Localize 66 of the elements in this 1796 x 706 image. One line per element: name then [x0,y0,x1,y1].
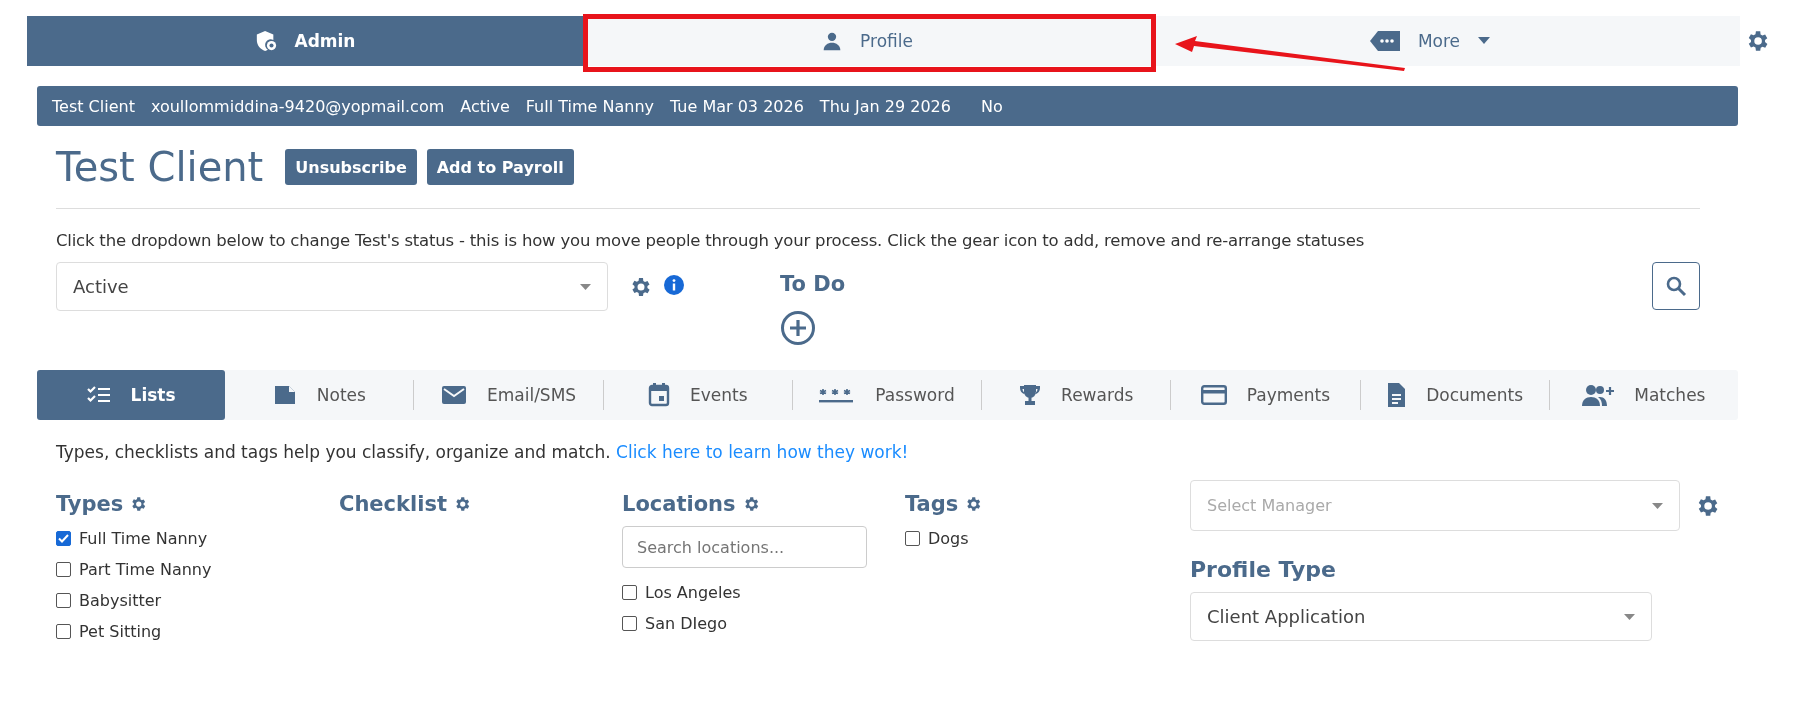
checkbox-label: San DIego [645,614,727,633]
checkbox-label: Babysitter [79,591,162,610]
info-field: xoullommiddina-9420@yopmail.com [150,96,445,116]
checklist-icon [86,385,111,405]
checkbox[interactable] [622,616,637,631]
todo-heading: To Do [780,272,846,296]
action-button[interactable]: Unsubscribe [285,149,417,185]
checkbox[interactable] [56,562,71,577]
info-field: Tue Mar 03 2026 [670,96,804,116]
tab[interactable]: Notes [225,370,414,420]
info-field: Active [460,96,510,116]
note-icon [272,385,297,405]
checkbox[interactable] [56,531,71,546]
info-field: Test Client [52,96,135,116]
checkbox[interactable] [56,624,71,639]
password-icon [819,387,856,403]
status-select[interactable]: Active [56,262,608,311]
profile-type-select[interactable]: Client Application [1190,592,1652,641]
checkbox[interactable] [56,593,71,608]
group-heading: Types [56,492,124,516]
info-field: Thu Jan 29 2026 [819,96,951,116]
document-icon [1386,383,1407,407]
search-button[interactable] [1652,262,1700,310]
trophy-icon [1019,384,1042,406]
envelope-icon [440,385,467,405]
caret-icon [1478,37,1491,45]
checkbox[interactable] [905,531,920,546]
nav-tab[interactable]: More [1152,16,1708,66]
checkbox-label: Dogs [928,529,969,548]
checkbox-label: Los Angeles [645,583,741,602]
caret-icon [1624,613,1635,620]
search-icon [1665,275,1687,297]
group-heading: Checklist [339,492,447,516]
page-title: Test Client [56,144,264,190]
info-field: Full Time Nanny [525,96,654,116]
caret-icon [1652,502,1663,509]
info-field: No [980,96,1003,116]
profile-type-heading: Profile Type [1190,557,1337,582]
action-button[interactable]: Add to Payroll [426,149,574,185]
checkbox-label: Pet Sitting [79,622,162,641]
info-icon[interactable] [664,275,684,295]
intro-text: Types, checklists and tags help you classify, organize and match. Click here to learn how they work! [56,442,910,462]
shield-icon [254,30,277,52]
tag-dots-icon [1369,31,1400,51]
add-icon[interactable] [780,310,816,346]
tab[interactable]: Matches [1548,380,1738,410]
tab[interactable]: Events [602,380,792,410]
checkbox-label: Part Time Nanny [79,560,212,579]
group-heading: Locations [622,492,736,516]
status-hint: Click the dropdown below to change Test's status - this is how you move people through your process. Click the gear icon to add, remove and re-arrange statuses [56,231,1366,250]
checkbox-label: Full Time Nanny [79,529,208,548]
nav-tab[interactable]: Admin [27,16,583,66]
calendar-icon [648,383,670,407]
search-field[interactable]: Search locations... [622,526,867,568]
caret-icon [580,283,591,290]
tab[interactable]: Rewards [981,380,1171,410]
tab[interactable]: Payments [1170,380,1360,410]
person-icon [822,31,843,51]
add-person-icon [1582,384,1615,406]
credit-card-icon [1200,385,1227,405]
group-heading: Tags [905,492,959,516]
tab[interactable]: Lists [37,370,226,420]
tab[interactable]: Email/SMS [413,380,603,410]
tab[interactable]: Password [791,380,982,410]
tab[interactable]: Documents [1359,380,1549,410]
checkbox[interactable] [622,585,637,600]
